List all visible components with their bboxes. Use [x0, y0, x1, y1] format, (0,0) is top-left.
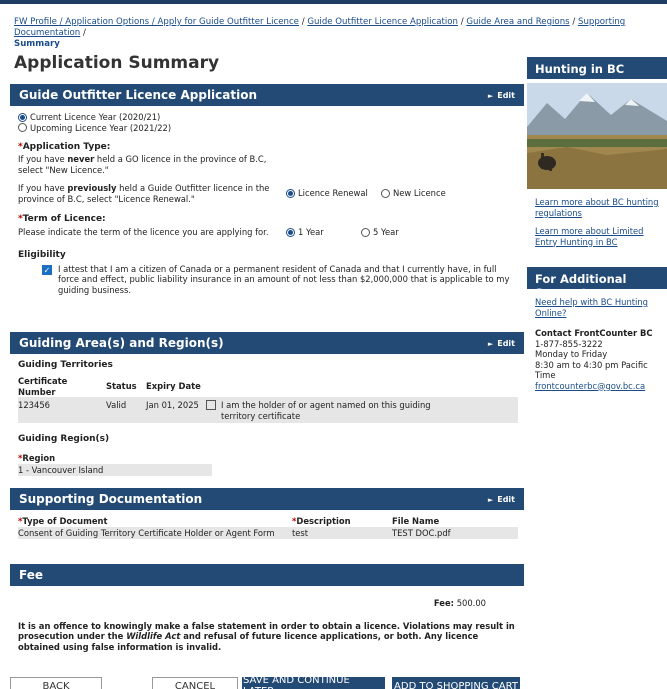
option-term-1year[interactable]: 1 Year [286, 227, 361, 238]
col-file: File Name [392, 516, 440, 526]
breadcrumb-link-application[interactable]: Guide Outfitter Licence Application [307, 17, 458, 27]
radio-icon[interactable] [18, 123, 27, 133]
eligibility-text: I attest that I am a citizen of Canada o… [58, 263, 510, 295]
territories-header-row: Certificate Number Status Expiry Date [18, 376, 516, 397]
option-new-licence[interactable]: New Licence [381, 188, 446, 199]
triangle-right-icon: ► [487, 91, 494, 100]
radio-icon[interactable] [361, 227, 370, 237]
docs-section-header: Supporting Documentation ► Edit [10, 488, 524, 510]
guiding-section: Guiding Area(s) and Region(s) ► Edit Guid… [10, 332, 524, 488]
fee-amount: Fee: 500.00 [433, 598, 486, 608]
top-border [0, 0, 667, 4]
table-row: Consent of Guiding Territory Certificate… [18, 526, 518, 539]
licence-section-header: Guide Outfitter Licence Application ► Edi… [10, 84, 524, 106]
cancel-button[interactable]: CANCEL [152, 677, 238, 689]
eligibility-label: Eligibility [18, 249, 66, 260]
breadcrumb-link-area[interactable]: Guide Area and Regions [466, 17, 569, 27]
contact-hours: 8:30 am to 4:30 pm Pacific Time [535, 359, 648, 381]
docs-section-title: Supporting Documentation [19, 492, 203, 506]
link-limited-entry[interactable]: Learn more about Limited Entry Hunting i… [535, 226, 667, 247]
holder-text: I am the holder of or agent named on thi… [221, 400, 431, 421]
col-description: *Description [292, 516, 351, 526]
table-row: 123456 Valid Jan 01, 2025 I am the holde… [18, 397, 518, 423]
add-to-cart-button[interactable]: ADD TO SHOPPING CART [392, 677, 520, 689]
fee-section: Fee Fee: 500.00 It is an offence to know… [10, 564, 524, 658]
col-status: Status [106, 381, 137, 392]
docs-section-body: *Type of Document *Description File Name… [10, 510, 524, 545]
support-panel-title: For Additional Support [527, 267, 667, 300]
contact-email-link[interactable]: frontcounterbc@gov.bc.ca [535, 381, 667, 392]
back-button[interactable]: BACK [10, 677, 102, 689]
contact-title: Contact FrontCounter BC [535, 328, 653, 338]
cell-file: TEST DOC.pdf [392, 527, 451, 538]
col-doc-type: *Type of Document [18, 516, 108, 526]
cell-doc-type: Consent of Guiding Territory Certificate… [18, 527, 275, 538]
docs-edit-link[interactable]: ► Edit [488, 495, 515, 504]
option-term-5year[interactable]: 5 Year [361, 227, 399, 238]
triangle-right-icon: ► [487, 339, 494, 348]
app-type-label: *Application Type: [18, 142, 111, 152]
fee-section-header: Fee [10, 564, 524, 586]
triangle-right-icon: ► [487, 495, 494, 504]
contact-days: Monday to Friday [535, 349, 608, 359]
territories-label: Guiding Territories [18, 360, 113, 370]
link-help-online[interactable]: Need help with BC Hunting Online? [535, 297, 667, 318]
licence-section-title: Guide Outfitter Licence Application [19, 88, 258, 102]
guiding-edit-link[interactable]: ► Edit [488, 339, 515, 348]
licence-edit-link[interactable]: ► Edit [488, 91, 515, 100]
cell-status: Valid [106, 400, 127, 410]
region-field-label: *Region [18, 453, 56, 463]
app-type-renew-help: If you have previously held a Guide Outf… [18, 183, 270, 204]
guiding-section-body: Guiding Territories Certificate Number S… [10, 354, 524, 482]
contact-phone: 1-877-855-3222 [535, 338, 603, 349]
hunting-panel-title: Hunting in BC [527, 57, 667, 79]
link-hunting-regulations[interactable]: Learn more about BC hunting regulations [535, 197, 667, 218]
sidebar: Hunting in BC Learn more about BC huntin… [527, 57, 667, 391]
year-option-upcoming[interactable]: Upcoming Licence Year (2021/22) [18, 123, 516, 134]
term-help: Please indicate the term of the licence … [18, 227, 269, 237]
fee-section-body: Fee: 500.00 It is an offence to knowingl… [10, 586, 524, 658]
col-expiry: Expiry Date [146, 381, 201, 392]
radio-selected-icon[interactable] [18, 112, 27, 122]
guiding-section-title: Guiding Area(s) and Region(s) [19, 336, 224, 350]
radio-selected-icon[interactable] [286, 227, 295, 237]
fee-section-title: Fee [19, 568, 43, 582]
year-option-current[interactable]: Current Licence Year (2020/21) [18, 112, 516, 123]
radio-selected-icon[interactable] [286, 189, 295, 198]
guiding-section-header: Guiding Area(s) and Region(s) ► Edit [10, 332, 524, 354]
docs-section: Supporting Documentation ► Edit *Type of … [10, 488, 524, 564]
licence-section: Guide Outfitter Licence Application ► Edi… [10, 84, 524, 332]
col-certificate: Certificate Number [18, 376, 68, 397]
hunting-landscape-image [527, 83, 667, 189]
cell-certificate: 123456 [18, 400, 50, 410]
regions-label: Guiding Region(s) [18, 434, 110, 444]
cell-description: test [292, 527, 309, 538]
radio-icon[interactable] [381, 189, 390, 198]
fee-warning: It is an offence to knowingly make a fal… [18, 620, 515, 652]
term-label: *Term of Licence: [18, 214, 106, 224]
page-title: Application Summary [14, 53, 220, 73]
holder-checkbox[interactable] [206, 400, 216, 410]
breadcrumb-link-profile[interactable]: FW Profile / Application Options / Apply… [14, 17, 299, 27]
docs-header-row: *Type of Document *Description File Name [18, 516, 516, 527]
option-licence-renewal[interactable]: Licence Renewal [286, 188, 381, 199]
cell-expiry: Jan 01, 2025 [146, 400, 199, 410]
breadcrumb-current: Summary [14, 39, 60, 49]
region-value: 1 - Vancouver Island [18, 463, 212, 476]
app-type-new-help: If you have never held a GO licence in t… [18, 154, 267, 175]
licence-section-body: Current Licence Year (2020/21) Upcoming … [10, 106, 524, 301]
eligibility-checkbox[interactable]: ✓ [42, 264, 52, 275]
main-content: Guide Outfitter Licence Application ► Edi… [10, 84, 524, 658]
save-continue-later-button[interactable]: SAVE AND CONTINUE LATER [242, 675, 385, 689]
breadcrumb: FW Profile / Application Options / Apply… [14, 17, 626, 49]
